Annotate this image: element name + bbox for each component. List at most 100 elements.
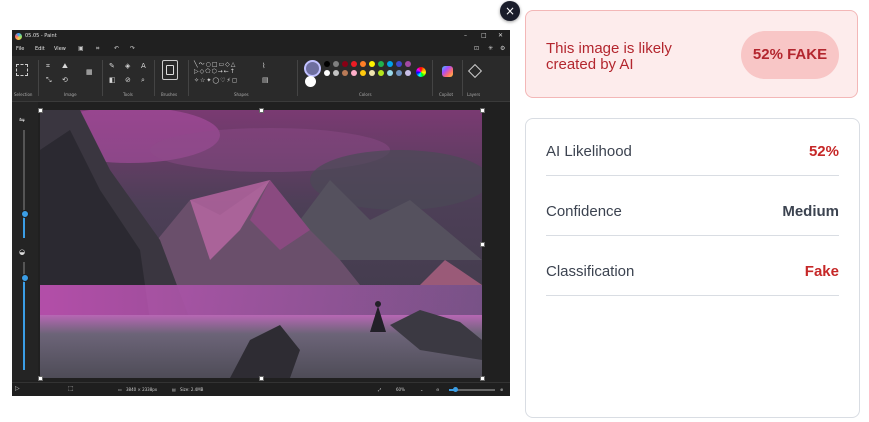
- opacity-slider: [21, 262, 29, 370]
- selection-icon: [16, 64, 28, 76]
- image-icon: ⛰: [62, 62, 68, 70]
- color-swatch: [396, 70, 402, 76]
- menu-edit: Edit: [35, 46, 45, 52]
- color-swatch: [378, 61, 384, 67]
- shapes-icon: ╲〜○□▭◇△: [194, 61, 237, 68]
- eraser-icon: ◧: [109, 76, 116, 84]
- close-button[interactable]: ×: [500, 1, 520, 21]
- maximize-icon: □: [481, 32, 487, 39]
- shape-fill-icon: ▤: [262, 76, 269, 84]
- secondary-color-icon: [305, 76, 316, 87]
- group-label-shapes: Shapes: [234, 92, 249, 97]
- paint-window-title: 05.05 - Paint: [25, 33, 57, 39]
- zoom-out-icon: ⊖: [436, 387, 440, 392]
- fit-icon: ⤢: [378, 387, 382, 392]
- color-swatch: [324, 70, 330, 76]
- group-label-tools: Tools: [123, 92, 133, 97]
- color-swatch: [324, 61, 330, 67]
- settings-icon: ⚙: [500, 45, 506, 52]
- color-swatch: [342, 61, 348, 67]
- opacity-icon: ◒: [19, 248, 26, 256]
- crop-icon: ⌗: [46, 62, 50, 70]
- image-select-icon: ▦: [86, 68, 93, 76]
- color-swatch: [351, 70, 357, 76]
- file-size: Size: 2.4MB: [180, 387, 204, 392]
- row-confidence: Confidence Medium: [546, 179, 839, 236]
- sparkle-icon: ✳: [488, 45, 494, 52]
- copilot-icon: [442, 66, 453, 77]
- classification-label: Classification: [546, 263, 635, 280]
- fill-icon: ◈: [125, 62, 131, 70]
- selection-size-icon: ⬚: [68, 385, 74, 392]
- rotate-icon: ⟲: [62, 76, 68, 84]
- row-ai-likelihood: AI Likelihood 52%: [546, 119, 839, 176]
- close-icon: ×: [504, 4, 516, 18]
- color-swatch: [369, 61, 375, 67]
- color-swatch: [333, 61, 339, 67]
- ai-likelihood-label: AI Likelihood: [546, 143, 632, 160]
- share-icon: ⌗: [96, 45, 100, 52]
- color-swatch: [405, 70, 411, 76]
- group-label-selection: Selection: [14, 92, 33, 97]
- mountain-painting: [40, 110, 482, 378]
- ai-likelihood-value: 52%: [808, 143, 839, 160]
- layers-icon: [467, 63, 483, 79]
- group-label-layers: Layers: [467, 92, 481, 97]
- paint-statusbar: ▷ ⬚ ▭ 3840 × 2338px ▤ Size: 2.4MB ⤢ 60% …: [12, 382, 510, 396]
- edit-colors-icon: [416, 67, 426, 77]
- side-sliders: ⇋ ◒: [12, 102, 38, 380]
- magnifier-icon: ⌕: [141, 76, 145, 84]
- menu-view: View: [54, 46, 66, 52]
- zoom-in-icon: ⊕: [500, 387, 504, 392]
- brush-icon: [162, 60, 178, 80]
- shapes-row3-icon: ✧☆✦◯♡⚡▢: [194, 77, 239, 84]
- analyzed-image: 05.05 - Paint – □ ✕ File Edit View ▣ ⌗ ↶…: [12, 30, 510, 396]
- confidence-value: Medium: [782, 203, 839, 220]
- paint-canvas: [40, 110, 482, 378]
- share-window-icon: ⊡: [474, 45, 480, 52]
- cursor-icon: ▷: [15, 385, 20, 392]
- paint-titlebar: 05.05 - Paint – □ ✕: [12, 30, 510, 43]
- zoom-slider: [449, 387, 495, 392]
- verdict-card: This image is likely created by AI 52% F…: [525, 10, 858, 98]
- dimensions-icon: ▭: [118, 387, 122, 392]
- image-dimensions: 3840 × 2338px: [126, 387, 158, 392]
- verdict-badge: 52% FAKE: [741, 31, 839, 79]
- save-icon: ▣: [78, 45, 84, 52]
- row-classification: Classification Fake: [546, 239, 839, 296]
- details-card: AI Likelihood 52% Confidence Medium Clas…: [525, 118, 860, 418]
- picker-icon: ⊘: [125, 76, 131, 84]
- classification-value: Fake: [804, 263, 839, 280]
- color-swatch: [396, 61, 402, 67]
- confidence-label: Confidence: [546, 203, 622, 220]
- brush-size-icon: ⇋: [19, 116, 25, 124]
- paint-app-icon: [15, 33, 22, 40]
- menu-file: File: [16, 46, 25, 52]
- group-label-brushes: Brushes: [161, 92, 178, 97]
- paint-ribbon: ⌗ ⛰ ⤡ ⟲ ▦ ✎ ◈ A ◧ ⊘ ⌕ ╲〜○□▭◇△ ▷◇⬠⬡→←↑ ✧☆…: [12, 56, 510, 102]
- zoom-dropdown-icon: ⌄: [420, 387, 424, 392]
- undo-icon: ↶: [114, 45, 120, 52]
- group-label-copilot: Copilot: [439, 92, 454, 97]
- shapes-row2-icon: ▷◇⬠⬡→←↑: [194, 68, 236, 75]
- file-size-icon: ▤: [172, 387, 176, 392]
- color-swatch: [387, 61, 393, 67]
- color-swatch: [405, 61, 411, 67]
- primary-color-icon: [304, 60, 321, 77]
- color-swatch: [378, 70, 384, 76]
- color-swatch: [351, 61, 357, 67]
- pencil-icon: ✎: [109, 62, 115, 70]
- brush-size-slider: [21, 130, 29, 238]
- resize-icon: ⤡: [46, 76, 52, 84]
- color-swatch: [387, 70, 393, 76]
- window-close-icon: ✕: [498, 32, 504, 39]
- color-swatch: [333, 70, 339, 76]
- zoom-level: 60%: [396, 387, 405, 392]
- color-swatch: [342, 70, 348, 76]
- color-swatch: [369, 70, 375, 76]
- group-label-colors: Colors: [359, 92, 372, 97]
- minimize-icon: –: [464, 32, 467, 39]
- outline-icon: ⌇: [262, 62, 266, 70]
- color-swatch: [360, 61, 366, 67]
- color-swatch: [360, 70, 366, 76]
